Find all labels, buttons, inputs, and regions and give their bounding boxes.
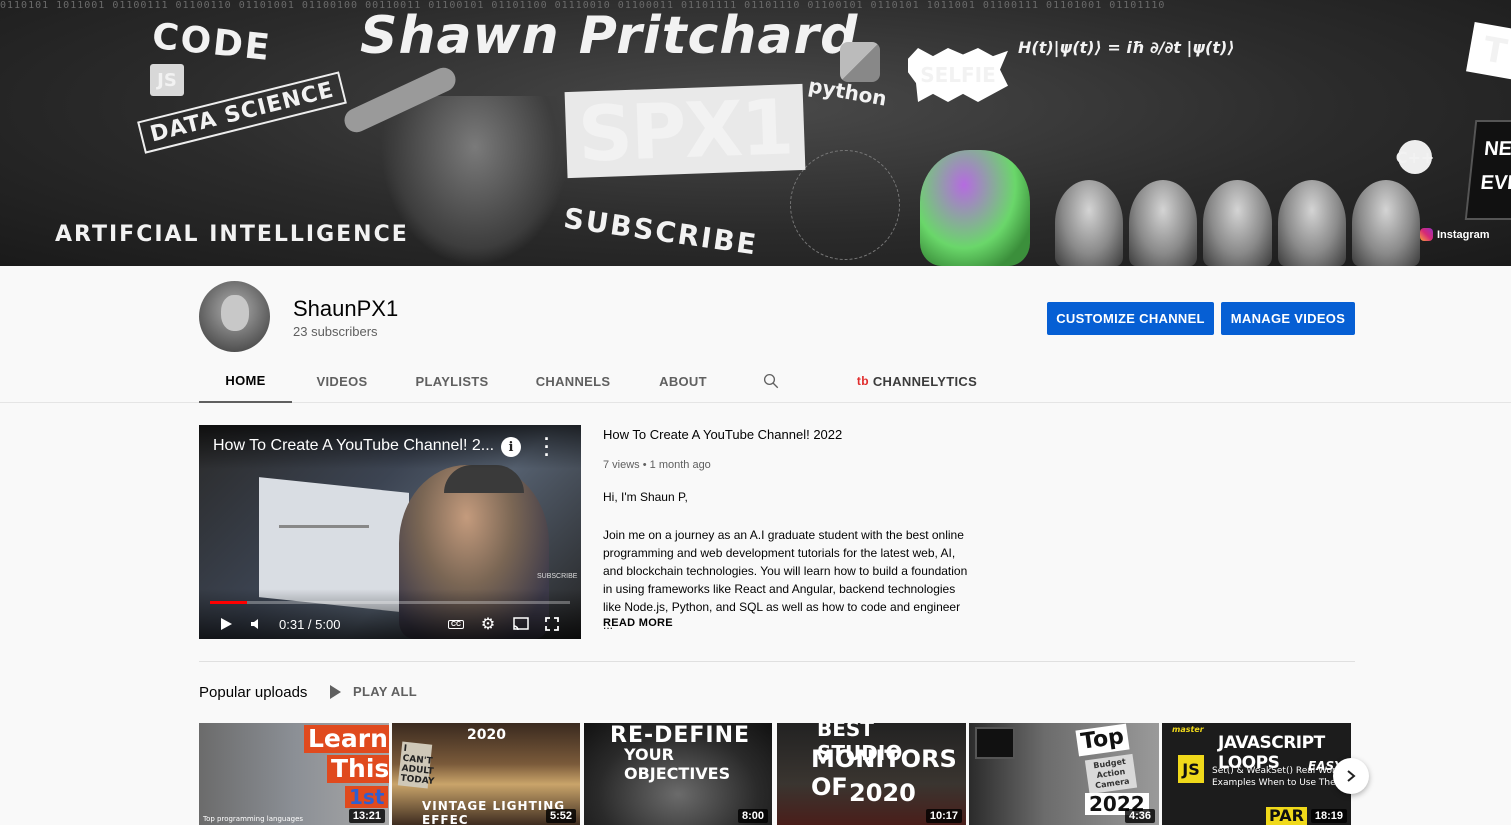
face-4 — [1277, 180, 1346, 266]
video-duration: 8:00 — [737, 809, 768, 823]
thumb-sign: I CAN'T ADULT TODAY — [397, 741, 435, 789]
avatar-face — [221, 295, 249, 331]
thumb-caption: Top programming languages — [203, 815, 304, 823]
thumb-text: 1st — [345, 786, 389, 808]
cpp-logo-icon: C++ — [1396, 140, 1434, 174]
tab-home[interactable]: HOME — [199, 359, 292, 403]
face-2 — [1129, 180, 1198, 266]
section-divider — [199, 661, 1355, 662]
featured-video-title[interactable]: How To Create A YouTube Channel! 2022 — [603, 427, 842, 442]
face-3 — [1203, 180, 1272, 266]
subscriber-count: 23 subscribers — [293, 324, 378, 339]
video-duration: 10:17 — [925, 809, 962, 823]
js-logo-icon: JS — [1178, 755, 1204, 783]
banner-corner-badge: T — [1466, 22, 1511, 80]
thumb-text: 2020 — [849, 779, 916, 807]
banner-schrodinger-formula: H(t)|ψ(t)⟩ = iħ ∂/∂t |ψ(t)⟩ — [1018, 38, 1235, 57]
tab-videos[interactable]: VIDEOS — [303, 359, 381, 403]
play-icon[interactable] — [217, 615, 235, 633]
volume-icon[interactable] — [247, 615, 265, 633]
read-more-link[interactable]: READ MORE — [603, 617, 673, 629]
banner-ai-text: ARTIFCIAL INTELLIGENCE — [55, 222, 409, 247]
tab-playlists[interactable]: PLAYLISTS — [405, 359, 499, 403]
thumb-text: master — [1172, 725, 1204, 734]
video-duration: 4:36 — [1124, 809, 1155, 823]
thumb-text: PAR — [1266, 807, 1307, 825]
channelytics-label: CHANNELYTICS — [872, 373, 978, 389]
featured-video-meta: 7 views • 1 month ago — [603, 459, 711, 471]
video-thumbnail[interactable]: master JS JAVASCRIPT LOOPS Set() & WeakS… — [1162, 723, 1351, 825]
settings-gear-icon[interactable]: ⚙ — [479, 615, 497, 633]
channel-name: ShaunPX1 — [293, 296, 399, 321]
play-all-icon — [330, 684, 341, 699]
fullscreen-icon[interactable] — [543, 615, 561, 633]
video-thumbnail[interactable]: BEST STUDIO MONITORS OF 2020 10:17 — [777, 723, 966, 825]
video-thumbnail[interactable]: 2020 I CAN'T ADULT TODAY VINTAGE LIGHTIN… — [392, 723, 580, 825]
banner-selfie-figure — [920, 150, 1030, 266]
time-display: 0:31 / 5:00 — [279, 616, 341, 632]
video-monitor-line — [279, 525, 369, 528]
video-thumbnail[interactable]: Top Budget Action Camera 2022 4:36 — [969, 723, 1159, 825]
shelf-next-chevron-icon[interactable] — [1333, 758, 1369, 794]
video-duration: 13:21 — [348, 809, 385, 823]
popular-uploads-title[interactable]: Popular uploads — [199, 684, 307, 701]
tab-about[interactable]: ABOUT — [651, 359, 715, 403]
play-all-button[interactable]: PLAY ALL — [330, 684, 417, 699]
banner-js-badge: JS — [150, 64, 184, 96]
channel-search-icon[interactable] — [759, 359, 783, 403]
tab-channelytics[interactable]: tb CHANNELYTICS — [856, 359, 978, 403]
tab-channels[interactable]: CHANNELS — [528, 359, 618, 403]
channelytics-icon: tb — [856, 374, 869, 388]
instagram-link[interactable]: Instagram — [1420, 228, 1490, 241]
channel-avatar[interactable] — [199, 281, 270, 352]
more-vert-icon[interactable]: · · · — [541, 430, 553, 464]
channel-banner: 0110101 1011001 01100111 01100110 011010… — [0, 0, 1511, 266]
thumb-text: 2020 — [467, 727, 506, 743]
python-logo-icon — [840, 42, 880, 82]
manage-videos-button[interactable]: MANAGE VIDEOS — [1221, 302, 1355, 335]
thumb-text: YOUR OBJECTIVES — [624, 745, 731, 783]
instagram-label: Instagram — [1437, 228, 1490, 241]
banner-signature: Shawn Pritchard — [360, 6, 859, 66]
player-title[interactable]: How To Create A YouTube Channel! 2... — [213, 437, 493, 455]
popular-uploads-shelf: Learn This 1st Top programming languages… — [199, 723, 1359, 825]
info-icon[interactable]: i — [501, 437, 521, 457]
video-duration: 18:19 — [1310, 809, 1347, 823]
customize-channel-button[interactable]: CUSTOMIZE CHANNEL — [1047, 302, 1214, 335]
thumb-text: Budget Action Camera — [1084, 753, 1138, 795]
thumb-text: Learn — [304, 725, 389, 753]
banner-spx1-logo: SPX1 — [564, 82, 806, 179]
video-thumbnail[interactable]: RE-DEFINE YOUR OBJECTIVES 8:00 — [584, 723, 772, 825]
thumb-text: This — [327, 755, 389, 783]
banner-scientist-faces — [1055, 180, 1421, 266]
video-presenter-cap — [444, 465, 524, 493]
video-duration: 5:52 — [545, 809, 576, 823]
face-1 — [1055, 180, 1124, 266]
progress-fill — [210, 601, 248, 604]
cast-icon[interactable] — [511, 615, 531, 633]
play-all-label: PLAY ALL — [353, 684, 418, 699]
progress-bar[interactable] — [210, 601, 570, 604]
camera-icon — [975, 727, 1015, 759]
banner-neural-diagram — [790, 150, 900, 260]
face-5 — [1351, 180, 1421, 266]
featured-greeting: Hi, I'm Shaun P, — [603, 490, 688, 504]
channel-header: ShaunPX1 23 subscribers CUSTOMIZE CHANNE… — [0, 266, 1511, 403]
video-thumbnail[interactable]: Learn This 1st Top programming languages… — [199, 723, 389, 825]
captions-icon[interactable]: CC — [447, 615, 465, 633]
featured-video-player[interactable]: SUBSCRIBE How To Create A YouTube Channe… — [199, 425, 581, 639]
instagram-icon — [1420, 228, 1433, 241]
